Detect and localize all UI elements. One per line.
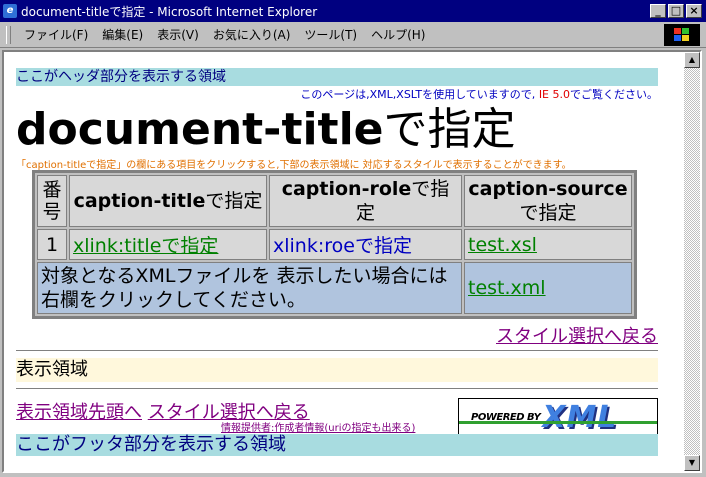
- cell-title-link: xlink:titleで指定: [69, 229, 267, 260]
- powered-by-xml-logo: POWERED BY XML: [458, 398, 658, 436]
- close-button[interactable]: ×: [686, 4, 702, 18]
- menu-bar: ファイル(F) 編集(E) 表示(V) お気に入り(A) ツール(T) ヘルプ(…: [0, 22, 706, 48]
- header-caption-source: caption-sourceで指定: [464, 175, 632, 227]
- menu-view[interactable]: 表示(V): [150, 26, 206, 43]
- instruction-note: 「caption-titleで指定」の欄にある項目をクリックすると,下部の表示領…: [16, 160, 572, 171]
- minimize-button[interactable]: _: [650, 4, 666, 18]
- scroll-down-icon[interactable]: ▼: [684, 455, 700, 471]
- test-xml-link[interactable]: test.xml: [468, 277, 546, 299]
- cell-role-link: xlink:roeで指定: [269, 229, 462, 260]
- window-title: document-titleで指定 - Microsoft Internet E…: [21, 4, 318, 19]
- divider: [16, 350, 658, 352]
- toolbar-grip[interactable]: [6, 25, 11, 44]
- xml-instruction-cell: 対象となるXMLファイルを 表示したい場合には 右欄をクリックしてください。: [37, 262, 462, 314]
- table-row: 1 xlink:titleで指定 xlink:roeで指定 test.xsl: [37, 229, 632, 260]
- provider-info: 情報提供者:作成者情報(uriの指定も出来る): [221, 419, 415, 434]
- notice-suffix: でご覧ください。: [570, 88, 658, 101]
- divider: [16, 388, 658, 390]
- vertical-scrollbar[interactable]: ▲ ▼: [684, 52, 700, 471]
- back-to-style-link[interactable]: スタイル選択へ戻る: [496, 326, 658, 347]
- table-row: 対象となるXMLファイルを 表示したい場合には 右欄をクリックしてください。 t…: [37, 262, 632, 314]
- header-caption-title: caption-titleで指定: [69, 175, 267, 227]
- xml-logo-text: XML: [542, 399, 618, 435]
- page-title: document-titleで指定: [16, 100, 516, 160]
- logo-stripe: [459, 421, 657, 424]
- header-band: ここがヘッダ部分を表示する領域: [16, 68, 658, 86]
- header-number: 番号: [37, 175, 67, 227]
- footer-band: ここがフッタ部分を表示する領域: [16, 434, 658, 456]
- row-number: 1: [37, 229, 67, 260]
- maximize-button[interactable]: □: [668, 4, 684, 18]
- menu-file[interactable]: ファイル(F): [17, 26, 95, 43]
- table-header-row: 番号 caption-titleで指定 caption-roleで指定 capt…: [37, 175, 632, 227]
- cell-xml-link: test.xml: [464, 262, 632, 314]
- xlink-role-link[interactable]: xlink:roeで指定: [273, 235, 412, 257]
- menu-help[interactable]: ヘルプ(H): [364, 26, 432, 43]
- browser-viewport: ここがヘッダ部分を表示する領域 このページは,XML,XSLTを使用していますの…: [2, 50, 702, 473]
- display-top-link[interactable]: 表示領域先頭へ: [16, 402, 142, 423]
- menu-tools[interactable]: ツール(T): [297, 26, 364, 43]
- provider-link[interactable]: 情報提供者:作成者情報(uriの指定も出来る): [221, 423, 415, 434]
- notice-ie-version: IE 5.0: [538, 88, 570, 101]
- page-title-en: document-title: [16, 104, 384, 155]
- scroll-up-icon[interactable]: ▲: [684, 52, 700, 68]
- ie-icon: e: [3, 4, 17, 18]
- window-titlebar: e document-titleで指定 - Microsoft Internet…: [0, 0, 706, 22]
- windows-logo-icon: [664, 24, 700, 46]
- cell-source-link: test.xsl: [464, 229, 632, 260]
- menu-edit[interactable]: 編集(E): [95, 26, 150, 43]
- style-table: 番号 caption-titleで指定 caption-roleで指定 capt…: [32, 170, 637, 319]
- menu-favorites[interactable]: お気に入り(A): [206, 26, 298, 43]
- header-caption-role: caption-roleで指定: [269, 175, 462, 227]
- display-area: 表示領域: [16, 358, 658, 382]
- xlink-title-link[interactable]: xlink:titleで指定: [73, 235, 218, 257]
- back-to-style-section: スタイル選択へ戻る: [496, 322, 658, 348]
- page-title-jp: で指定: [383, 104, 516, 155]
- test-xsl-link[interactable]: test.xsl: [468, 234, 537, 256]
